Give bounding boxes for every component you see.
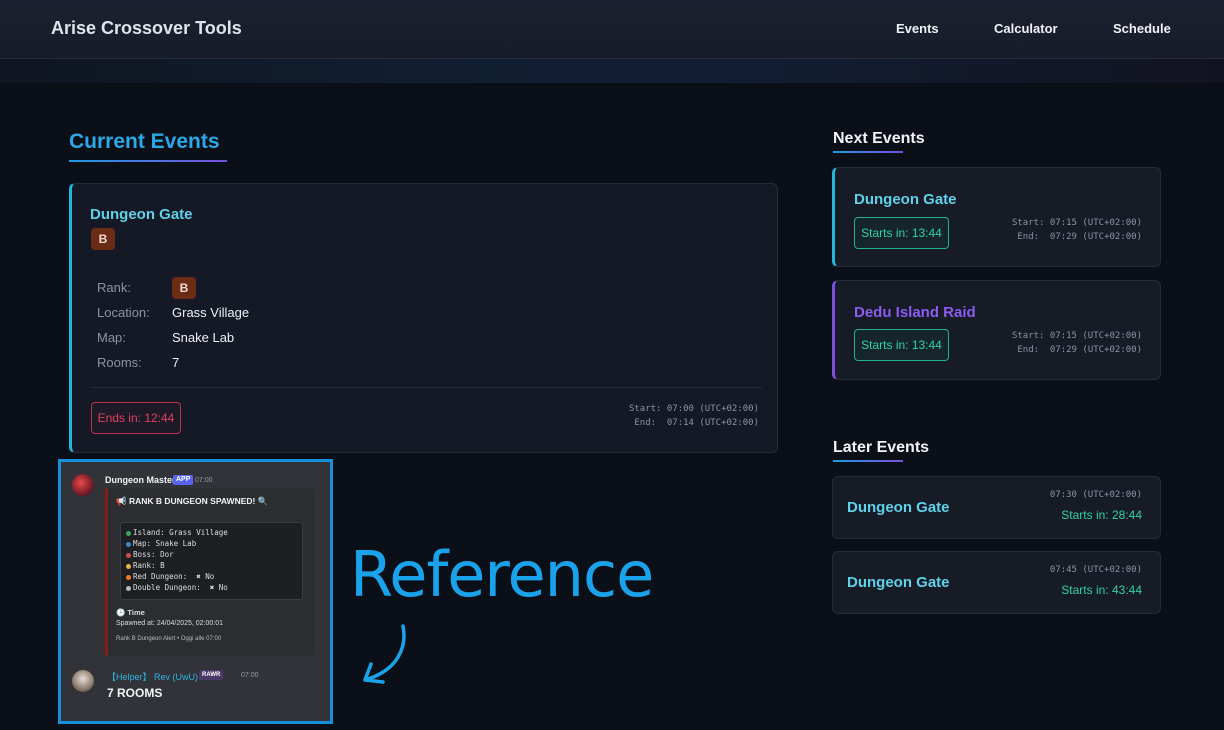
end-time: End: 07:29 (UTC+02:00) [1017, 345, 1142, 355]
location-value: Grass Village [172, 305, 250, 320]
cross-icon [126, 586, 131, 591]
message-time: 07:00 [195, 477, 213, 484]
fire-icon [126, 575, 131, 580]
nav-schedule[interactable]: Schedule [1113, 21, 1171, 36]
event-name: Dungeon Gate [90, 206, 193, 223]
start-time: Start: 07:15 (UTC+02:00) [1011, 218, 1142, 228]
spawned-at: Spawned at: 24/04/2025, 02:00:01 [116, 620, 224, 627]
arrow-icon [363, 624, 406, 684]
island-icon [126, 531, 131, 536]
role-tag: RAWR [199, 670, 224, 680]
event-times: Start: 07:15 (UTC+02:00) End: 07:29 (UTC… [1012, 329, 1142, 357]
rooms-label: Rooms: [97, 355, 142, 370]
rank-badge: B [91, 228, 115, 250]
code-line: Rank: B [133, 561, 165, 570]
starts-in-badge: Starts in: 13:44 [854, 217, 949, 249]
event-name: Dungeon Gate [854, 191, 957, 208]
reference-label: Reference [350, 538, 654, 611]
code-line: Double Dungeon: ✖ No [133, 583, 228, 592]
location-label: Location: [97, 305, 150, 320]
map-value: Snake Lab [172, 330, 235, 345]
rank-value-badge: B [172, 277, 196, 299]
bot-avatar [72, 474, 94, 496]
map-label: Map: [97, 330, 126, 345]
later-event-card[interactable]: Dungeon Gate 07:45 (UTC+02:00) Starts in… [832, 551, 1161, 614]
event-times: Start: 07:15 (UTC+02:00) End: 07:29 (UTC… [1012, 216, 1142, 244]
code-block: Island: Grass Village Map: Snake Lab Bos… [120, 522, 303, 600]
message-text: 7 ROOMS [107, 686, 163, 700]
time-field-label: 🕓 Time [116, 608, 145, 617]
heading-underline [833, 460, 903, 462]
later-events-heading: Later Events [833, 439, 930, 456]
message-time: 07:00 [241, 672, 259, 679]
event-name: Dungeon Gate [847, 574, 950, 591]
map-icon [126, 542, 131, 547]
embed-title: 📢 RANK B DUNGEON SPAWNED! 🔍 [116, 496, 269, 506]
reference-screenshot: Dungeon Master APP 07:00 📢 RANK B DUNGEO… [58, 459, 333, 724]
event-name: Dedu Island Raid [854, 304, 976, 321]
event-time: 07:30 (UTC+02:00) [1049, 490, 1142, 500]
code-line: Red Dungeon: ✖ No [133, 572, 215, 581]
header-glow-strip [0, 59, 1224, 83]
starts-in-text: Starts in: 43:44 [1061, 583, 1142, 597]
end-time: End: 07:14 (UTC+02:00) [634, 418, 759, 428]
event-times: Start: 07:00 (UTC+02:00) End: 07:14 (UTC… [629, 402, 759, 430]
event-name: Dungeon Gate [847, 499, 950, 516]
heading-underline [69, 160, 227, 162]
author-name: 【Helper】 Rev (UwU) [107, 672, 199, 682]
embed-card: 📢 RANK B DUNGEON SPAWNED! 🔍 Island: Gras… [105, 488, 314, 656]
nav-events[interactable]: Events [896, 21, 939, 36]
author-name: Dungeon Master [105, 475, 176, 485]
nav-calculator[interactable]: Calculator [994, 21, 1058, 36]
start-time: Start: 07:00 (UTC+02:00) [628, 404, 759, 414]
end-time: End: 07:29 (UTC+02:00) [1017, 232, 1142, 242]
current-event-card[interactable]: Dungeon Gate B Rank: B Location: Grass V… [69, 183, 778, 453]
next-event-card[interactable]: Dungeon Gate Starts in: 13:44 Start: 07:… [832, 167, 1161, 267]
rank-icon [126, 564, 131, 569]
rank-label: Rank: [97, 280, 131, 295]
rooms-value: 7 [172, 355, 180, 370]
heading-underline [833, 151, 903, 153]
code-line: Island: Grass Village [133, 528, 228, 537]
ends-in-badge: Ends in: 12:44 [91, 402, 181, 434]
next-event-card[interactable]: Dedu Island Raid Starts in: 13:44 Start:… [832, 280, 1161, 380]
starts-in-text: Starts in: 28:44 [1061, 508, 1142, 522]
code-line: Boss: Dor [133, 550, 174, 559]
user-avatar [72, 670, 94, 692]
later-event-card[interactable]: Dungeon Gate 07:30 (UTC+02:00) Starts in… [832, 476, 1161, 539]
app-tag: APP [173, 475, 194, 485]
site-brand[interactable]: Arise Crossover Tools [51, 18, 242, 39]
card-divider [90, 387, 762, 388]
boss-icon [126, 553, 131, 558]
next-events-heading: Next Events [833, 130, 925, 147]
current-events-heading: Current Events [69, 130, 220, 153]
code-line: Map: Snake Lab [133, 539, 197, 548]
start-time: Start: 07:15 (UTC+02:00) [1011, 331, 1142, 341]
embed-footer: Rank B Dungeon Alert • Oggi alle 07:00 [116, 636, 222, 642]
starts-in-badge: Starts in: 13:44 [854, 329, 949, 361]
event-time: 07:45 (UTC+02:00) [1049, 565, 1142, 575]
